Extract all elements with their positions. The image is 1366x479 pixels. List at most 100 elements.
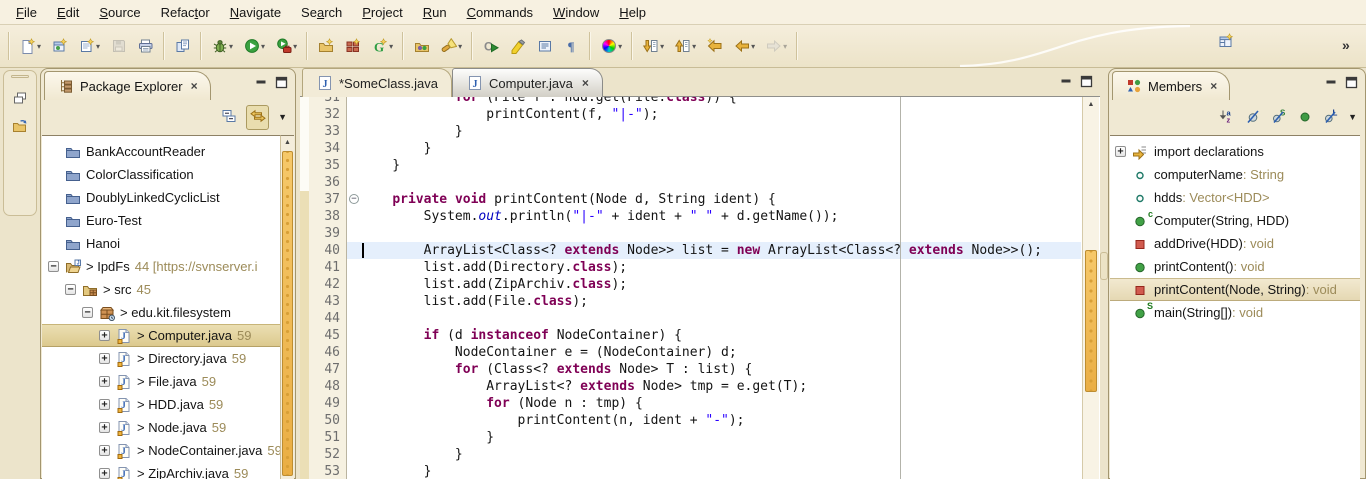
minimize-icon[interactable] bbox=[255, 76, 268, 92]
close-icon[interactable]: × bbox=[582, 76, 589, 90]
fast-view-grip[interactable] bbox=[11, 75, 29, 78]
coverage-button[interactable]: C bbox=[480, 35, 501, 57]
code-line[interactable]: for (Class<? extends Node> T : list) { bbox=[361, 361, 752, 378]
expand-icon[interactable]: + bbox=[99, 376, 110, 387]
save-all-button[interactable] bbox=[172, 35, 193, 57]
member-item[interactable]: Smain(String[]) : void bbox=[1110, 301, 1360, 324]
code-line[interactable]: if (d instanceof NodeContainer) { bbox=[361, 327, 682, 344]
code-line[interactable]: } bbox=[361, 157, 400, 174]
expand-icon[interactable]: + bbox=[99, 445, 110, 456]
hide-local-types-button[interactable]: L bbox=[1322, 108, 1339, 127]
prev-annotation-button[interactable]: ▾ bbox=[672, 35, 698, 57]
hide-fields-button[interactable] bbox=[1244, 108, 1261, 127]
code-line[interactable]: System.out.println("|-" + ident + " " + … bbox=[361, 208, 838, 225]
code-line[interactable]: } bbox=[361, 446, 463, 463]
tree-item[interactable]: +J> HDD.java59 bbox=[42, 393, 283, 416]
expand-icon[interactable]: + bbox=[99, 330, 110, 341]
menu-source[interactable]: Source bbox=[89, 2, 150, 23]
editor-tab-computerjava[interactable]: JComputer.java× bbox=[452, 68, 603, 97]
members-list[interactable]: +import declarationscomputerName : Strin… bbox=[1110, 135, 1360, 479]
package-explorer-tab[interactable]: Package Explorer × bbox=[44, 71, 211, 100]
member-item[interactable]: hdds : Vector<HDD> bbox=[1110, 186, 1360, 209]
maximize-icon[interactable] bbox=[1080, 75, 1093, 91]
new-repository-button[interactable] bbox=[342, 35, 363, 57]
member-item[interactable]: addDrive(HDD) : void bbox=[1110, 232, 1360, 255]
code-line[interactable]: } bbox=[361, 463, 431, 479]
save-button[interactable] bbox=[108, 35, 129, 57]
package-explorer-scrollbar[interactable]: ▲ bbox=[280, 135, 294, 479]
next-annotation-button[interactable]: ▾ bbox=[640, 35, 666, 57]
scroll-up-icon[interactable]: ▲ bbox=[281, 136, 294, 150]
sash-handle[interactable] bbox=[1100, 252, 1108, 280]
member-item[interactable]: printContent() : void bbox=[1110, 255, 1360, 278]
view-menu-icon[interactable]: ▼ bbox=[278, 112, 287, 122]
code-line[interactable]: printContent(f, "|-"); bbox=[361, 106, 658, 123]
collapse-icon[interactable]: − bbox=[82, 307, 93, 318]
tree-item[interactable]: DoublyLinkedCyclicList bbox=[42, 186, 283, 209]
tree-item[interactable]: −> edu.kit.filesystem bbox=[42, 301, 283, 324]
back-button[interactable]: ▾ bbox=[731, 35, 757, 57]
link-with-editor-button[interactable] bbox=[246, 105, 269, 130]
view-menu-icon[interactable]: ▼ bbox=[1348, 112, 1357, 122]
collapse-all-button[interactable] bbox=[220, 108, 237, 127]
close-icon[interactable]: × bbox=[191, 79, 198, 93]
members-tab[interactable]: Members × bbox=[1112, 71, 1230, 100]
expand-icon[interactable]: + bbox=[99, 468, 110, 479]
fold-collapse-icon[interactable]: − bbox=[349, 194, 359, 204]
new-class-button[interactable] bbox=[49, 35, 70, 57]
menu-edit[interactable]: Edit bbox=[47, 2, 89, 23]
close-icon[interactable]: × bbox=[1210, 79, 1217, 93]
run-button[interactable]: ▾ bbox=[241, 35, 267, 57]
code-line[interactable]: printContent(n, ident + "-"); bbox=[361, 412, 745, 429]
show-whitespace-button[interactable]: ¶ bbox=[561, 35, 582, 57]
menu-navigate[interactable]: Navigate bbox=[220, 2, 291, 23]
open-perspective-button[interactable] bbox=[1218, 33, 1234, 52]
code-line[interactable]: list.add(File.class); bbox=[361, 293, 588, 310]
search-button[interactable]: ▾ bbox=[438, 35, 464, 57]
expand-icon[interactable]: + bbox=[99, 422, 110, 433]
last-edit-location-button[interactable] bbox=[704, 35, 725, 57]
toolbar-overflow-chevron[interactable]: » bbox=[1342, 37, 1350, 53]
debug-button[interactable]: ▾ bbox=[209, 35, 235, 57]
block-selection-button[interactable] bbox=[534, 35, 555, 57]
member-item[interactable]: +import declarations bbox=[1110, 140, 1360, 163]
color-palette-button[interactable]: ▾ bbox=[598, 35, 624, 57]
tree-item[interactable]: +J> Computer.java59 bbox=[42, 324, 283, 347]
tree-item[interactable]: ColorClassification bbox=[42, 163, 283, 186]
new-wizard-button[interactable]: ▾ bbox=[17, 35, 43, 57]
show-public-button[interactable] bbox=[1296, 108, 1313, 127]
tree-item[interactable]: Hanoi bbox=[42, 232, 283, 255]
open-type-button[interactable] bbox=[411, 35, 432, 57]
editor-tab-someclassjava[interactable]: J*SomeClass.java bbox=[302, 68, 452, 97]
menu-search[interactable]: Search bbox=[291, 2, 352, 23]
sort-button[interactable]: az bbox=[1218, 108, 1235, 127]
expand-icon[interactable]: + bbox=[99, 353, 110, 364]
menu-file[interactable]: File bbox=[6, 2, 47, 23]
scrollbar-thumb[interactable] bbox=[282, 151, 293, 476]
code-line[interactable]: for (File f : hdd.get(File.class)) { bbox=[361, 97, 737, 106]
folding-column[interactable] bbox=[348, 97, 361, 479]
member-item[interactable]: cComputer(String, HDD) bbox=[1110, 209, 1360, 232]
editor-scrollbar[interactable]: ▲ bbox=[1082, 97, 1099, 479]
new-file-button[interactable]: ▾ bbox=[76, 35, 102, 57]
menu-refactor[interactable]: Refactor bbox=[151, 2, 220, 23]
member-item[interactable]: printContent(Node, String) : void bbox=[1110, 278, 1360, 301]
tree-item[interactable]: +J> File.java59 bbox=[42, 370, 283, 393]
editor-content[interactable]: for (File f : hdd.get(File.class)) { pri… bbox=[300, 97, 1100, 479]
member-item[interactable]: computerName : String bbox=[1110, 163, 1360, 186]
code-line[interactable]: ArrayList<? extends Node> tmp = e.get(T)… bbox=[361, 378, 807, 395]
tree-item[interactable]: +J> ZipArchiv.java59 bbox=[42, 462, 283, 479]
code-line[interactable]: list.add(ZipArchiv.class); bbox=[361, 276, 627, 293]
tree-item[interactable]: +J> Node.java59 bbox=[42, 416, 283, 439]
tree-item[interactable]: −> src45 bbox=[42, 278, 283, 301]
menu-run[interactable]: Run bbox=[413, 2, 457, 23]
external-tools-button[interactable]: ▾ bbox=[273, 35, 299, 57]
collapse-icon[interactable]: − bbox=[48, 261, 59, 272]
tree-item[interactable]: Euro-Test bbox=[42, 209, 283, 232]
restore-views-button[interactable] bbox=[4, 90, 36, 106]
google-services-button[interactable]: G▾ bbox=[369, 35, 395, 57]
minimize-icon[interactable] bbox=[1060, 75, 1073, 91]
maximize-icon[interactable] bbox=[1345, 76, 1358, 92]
scroll-up-icon[interactable]: ▲ bbox=[1083, 97, 1099, 112]
open-folder-button[interactable] bbox=[4, 118, 36, 134]
